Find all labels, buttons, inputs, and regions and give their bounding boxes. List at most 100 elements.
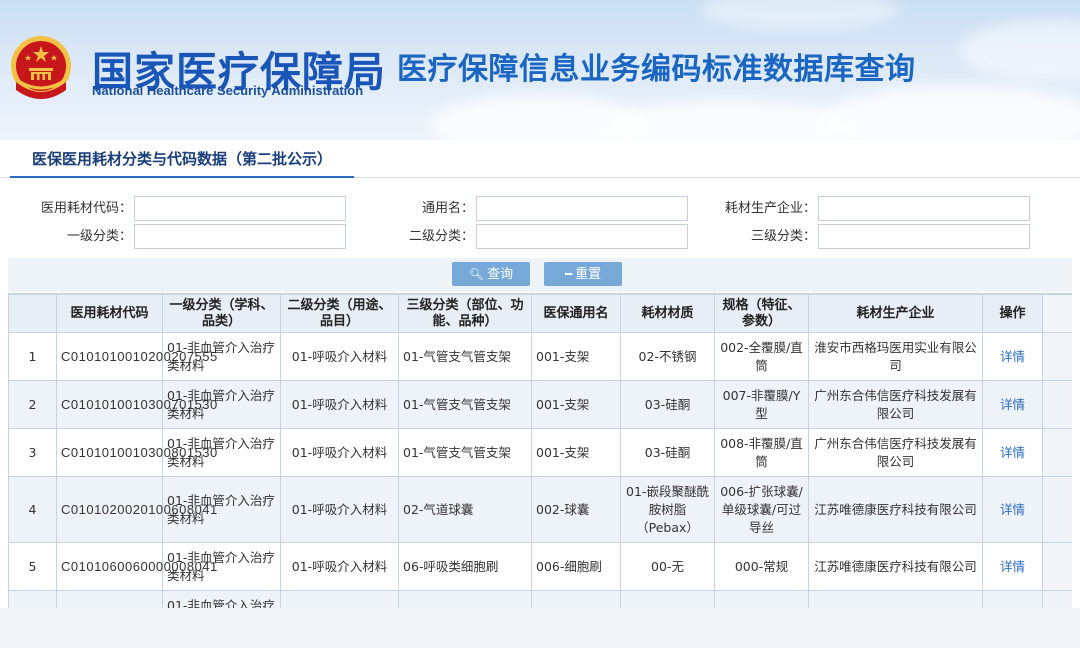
scrollbar-track[interactable] — [1042, 590, 1072, 608]
level1-input[interactable] — [134, 224, 346, 249]
level3-input[interactable] — [818, 224, 1030, 249]
table-header-row: 医用耗材代码 一级分类（学科、品类） 二级分类（用途、品目） 三级分类（部位、功… — [8, 294, 1072, 333]
scrollbar-track[interactable] — [1042, 428, 1072, 477]
common-name-label: 通用名： — [421, 201, 474, 216]
cell-code: C0101060060000008052 — [56, 590, 217, 608]
level1-label: 一级分类： — [66, 229, 132, 244]
cell-common-name: 001-支架 — [531, 332, 621, 381]
col-header-manufacturer: 耗材生产企业 — [808, 294, 983, 333]
cell-level1: 01-非血管介入治疗类材料 — [162, 380, 281, 429]
cell-level3: 01-气管支气管支架 — [398, 428, 532, 477]
section-title: 医保医用耗材分类与代码数据（第二批公示） — [10, 140, 355, 178]
scrollbar-track[interactable] — [1042, 332, 1072, 381]
cell-code: C0101060060000008041 — [56, 542, 217, 591]
cell-operation: 详情 — [982, 380, 1043, 429]
cell-code: C0101020020100608041 — [56, 476, 217, 543]
scrollbar-track[interactable] — [1042, 380, 1072, 429]
vertical-scrollbar[interactable] — [1042, 294, 1072, 333]
cell-level3: 06-呼吸类细胞刷 — [398, 542, 532, 591]
col-header-index — [8, 294, 57, 333]
cell-manufacturer: 江苏唯德康医疗科技有限公司 — [808, 542, 983, 591]
col-header-spec: 规格（特征、参数） — [714, 294, 809, 333]
agency-title-en: National Healthcare Security Administrat… — [92, 83, 364, 98]
cell-level2: 01-呼吸介入材料 — [280, 590, 399, 608]
cell-spec: 000-常规 — [714, 590, 809, 608]
cell-index: 4 — [8, 476, 57, 543]
cell-manufacturer: 广州东合伟信医疗科技发展有限公司 — [808, 380, 983, 429]
col-header-level3: 三级分类（部位、功能、品种） — [398, 294, 532, 333]
col-header-operation: 操作 — [982, 294, 1043, 333]
manufacturer-label: 耗材生产企业： — [724, 201, 816, 216]
col-header-level1: 一级分类（学科、品类） — [162, 294, 281, 333]
col-header-material: 耗材材质 — [620, 294, 715, 333]
search-icon: 🔍︎ — [468, 267, 485, 281]
cell-spec: 006-扩张球囊/单级球囊/可过导丝 — [714, 476, 809, 543]
cell-manufacturer: 淮安市西格玛医用实业有限公司 — [808, 332, 983, 381]
cell-material: 00-无 — [620, 590, 715, 608]
cell-operation: 详情 — [982, 428, 1043, 477]
cell-index: 1 — [8, 332, 57, 381]
code-label: 医用耗材代码： — [40, 201, 132, 216]
cell-index: 2 — [8, 380, 57, 429]
cell-common-name: 002-球囊 — [531, 476, 621, 543]
col-header-common-name: 医保通用名 — [531, 294, 621, 333]
cell-level2: 01-呼吸介入材料 — [280, 380, 399, 429]
cell-common-name: 001-支架 — [531, 428, 621, 477]
cell-code: C0101010010200207555 — [56, 332, 217, 381]
col-header-level2: 二级分类（用途、品目） — [280, 294, 399, 333]
cell-material: 03-硅酮 — [620, 380, 715, 429]
table-row: 3 C0101010010300801530 01-非血管介入治疗类材料 01-呼吸介… — [8, 428, 1072, 477]
form-row-2: 一级分类： 二级分类： 三级分类： — [8, 224, 1072, 250]
page-bottom — [0, 608, 1080, 648]
col-header-code: 医用耗材代码 — [56, 294, 163, 333]
table-body: 1 C0101010010200207555 01-非血管介入治疗类材料 01-呼吸介… — [8, 332, 1072, 608]
cell-level1: 01-非血管介入治疗类材料 — [162, 428, 281, 477]
reset-button[interactable]: ━ 重置 — [544, 262, 622, 286]
reset-button-label: 重置 — [575, 267, 602, 282]
detail-link[interactable]: 详情 — [1000, 349, 1025, 364]
section-bar: 医保医用耗材分类与代码数据（第二批公示） — [0, 140, 1080, 178]
results-table-wrap[interactable]: 医用耗材代码 一级分类（学科、品类） 二级分类（用途、品目） 三级分类（部位、功… — [8, 293, 1072, 608]
detail-link[interactable]: 详情 — [1000, 559, 1025, 574]
detail-link[interactable]: 详情 — [1000, 397, 1025, 412]
manufacturer-input[interactable] — [818, 196, 1030, 221]
site-subtitle: 医疗保障信息业务编码标准数据库查询 — [397, 52, 916, 87]
cell-level2: 01-呼吸介入材料 — [280, 476, 399, 543]
button-bar: 🔍︎ 查询 ━ 重置 — [8, 258, 1072, 292]
cell-level2: 01-呼吸介入材料 — [280, 332, 399, 381]
cell-common-name: 006-细胞刷 — [531, 542, 621, 591]
cell-level1: 01-非血管介入治疗类材料 — [162, 476, 281, 543]
cell-spec: 002-全覆膜/直筒 — [714, 332, 809, 381]
scrollbar-track[interactable] — [1042, 476, 1072, 543]
common-name-input[interactable] — [476, 196, 688, 221]
code-input[interactable] — [134, 196, 346, 221]
cell-spec: 007-非覆膜/Y型 — [714, 380, 809, 429]
level2-label: 二级分类： — [408, 229, 474, 244]
level2-input[interactable] — [476, 224, 688, 249]
cell-manufacturer: 江苏唯德康医疗科技有限公司 — [808, 476, 983, 543]
cell-level1: 01-非血管介入治疗类材料 — [162, 332, 281, 381]
scrollbar-track[interactable] — [1042, 542, 1072, 591]
cell-operation: 详情 — [982, 332, 1043, 381]
table-row: 1 C0101010010200207555 01-非血管介入治疗类材料 01-呼吸介… — [8, 332, 1072, 381]
cell-level3: 01-气管支气管支架 — [398, 332, 532, 381]
cell-spec: 008-非覆膜/直筒 — [714, 428, 809, 477]
cell-index: 5 — [8, 542, 57, 591]
cell-common-name: 001-支架 — [531, 380, 621, 429]
cell-common-name: 006-细胞刷 — [531, 590, 621, 608]
cell-index: 3 — [8, 428, 57, 477]
cell-level2: 01-呼吸介入材料 — [280, 428, 399, 477]
cell-operation: 详情 — [982, 542, 1043, 591]
results-table: 医用耗材代码 一级分类（学科、品类） 二级分类（用途、品目） 三级分类（部位、功… — [8, 294, 1072, 608]
cell-code: C0101010010300801530 — [56, 428, 217, 477]
detail-link[interactable]: 详情 — [1000, 445, 1025, 460]
query-button[interactable]: 🔍︎ 查询 — [452, 262, 530, 286]
cell-code: C0101010010300701530 — [56, 380, 217, 429]
detail-link[interactable]: 详情 — [1000, 502, 1025, 517]
table-row: 5 C0101060060000008041 01-非血管介入治疗类材料 01-呼吸介… — [8, 542, 1072, 591]
cell-level2: 01-呼吸介入材料 — [280, 542, 399, 591]
cell-level1: 01-非血管介入治疗类材料 — [162, 590, 281, 608]
header-banner: 国家医疗保障局 National Healthcare Security Adm… — [0, 0, 1080, 140]
cell-manufacturer: 广州东合伟信医疗科技发展有限公司 — [808, 428, 983, 477]
table-row: 2 C0101010010300701530 01-非血管介入治疗类材料 01-呼吸介… — [8, 380, 1072, 429]
